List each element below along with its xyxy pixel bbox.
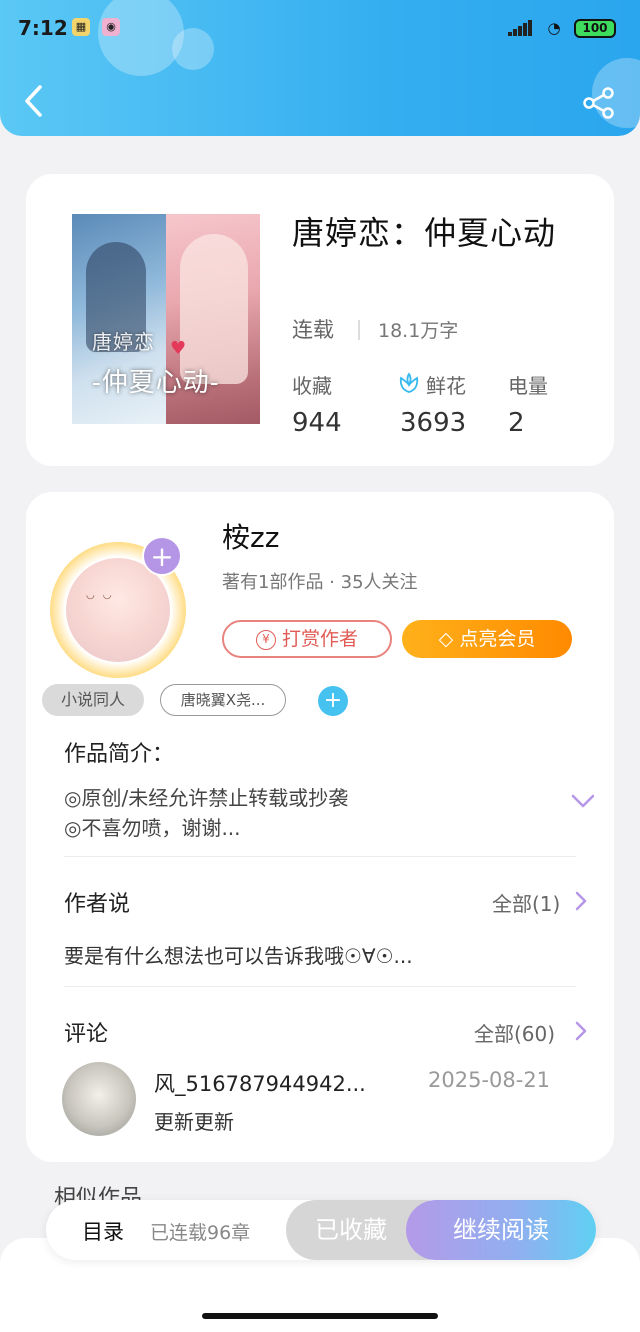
author-says-text: 要是有什么想法也可以告诉我哦☉∀☉... bbox=[64, 944, 413, 968]
vip-label: 点亮会员 bbox=[459, 628, 536, 650]
expand-chevron-down-icon[interactable] bbox=[570, 792, 596, 810]
comments-title: 评论 bbox=[64, 1022, 109, 1047]
back-icon[interactable] bbox=[22, 84, 48, 118]
comments-see-all[interactable]: 全部(60) bbox=[474, 1018, 555, 1047]
chevron-right-icon[interactable] bbox=[574, 1020, 588, 1042]
book-title: 唐婷恋：仲夏心动 bbox=[292, 214, 557, 252]
intro-title: 作品简介： bbox=[64, 742, 175, 767]
status-bar: 7:12 ▦ ◉ ◔ 100 bbox=[0, 0, 640, 56]
author-card: ◡◡ + 桉zz 著有1部作品 · 35人关注 ¥ 打赏作者 ◇ 点亮会员 小说同… bbox=[26, 492, 614, 1162]
home-indicator[interactable] bbox=[202, 1313, 438, 1319]
bottom-action-bar: 目录 已连载96章 已收藏 继续阅读 bbox=[46, 1200, 596, 1260]
serial-status: 连载 bbox=[292, 318, 334, 342]
author-says-title: 作者说 bbox=[64, 892, 131, 917]
tip-label: 打赏作者 bbox=[281, 628, 358, 650]
word-count: 18.1万字 bbox=[378, 320, 459, 342]
wifi-icon: ◔ bbox=[547, 19, 561, 37]
signal-icon bbox=[508, 20, 534, 36]
toc-button[interactable]: 目录 bbox=[82, 1216, 124, 1246]
app-notification-icon: ▦ bbox=[72, 18, 90, 36]
author-says-see-all[interactable]: 全部(1) bbox=[492, 888, 560, 917]
flower-icon bbox=[399, 372, 419, 393]
stat-value-collect: 944 bbox=[292, 408, 342, 438]
commenter-name[interactable]: 风_516787944942... bbox=[154, 1068, 366, 1098]
comment-date: 2025-08-21 bbox=[428, 1068, 551, 1092]
heart-icon: ♥ bbox=[170, 338, 187, 359]
book-cover[interactable]: ♥ 唐婷恋 -仲夏心动- bbox=[72, 214, 260, 424]
divider bbox=[64, 856, 576, 857]
stat-label-collect: 收藏 bbox=[292, 374, 332, 398]
cover-title-text: 唐婷恋 bbox=[92, 330, 155, 354]
chapter-count: 已连载96章 bbox=[150, 1222, 251, 1244]
comment-text: 更新更新 bbox=[154, 1110, 234, 1134]
tag-chip[interactable]: 唐晓翼X尧... bbox=[160, 684, 286, 716]
battery-icon: 100 bbox=[574, 19, 616, 38]
share-icon[interactable] bbox=[582, 86, 616, 120]
continue-reading-button[interactable]: 继续阅读 bbox=[406, 1200, 596, 1260]
collected-label: 已收藏 bbox=[315, 1216, 387, 1244]
cover-subtitle-text: -仲夏心动- bbox=[92, 368, 220, 398]
header: 7:12 ▦ ◉ ◔ 100 bbox=[0, 0, 640, 136]
stat-label-flower: 鲜花 bbox=[426, 374, 466, 398]
divider bbox=[64, 986, 576, 987]
commenter-avatar[interactable] bbox=[62, 1062, 136, 1136]
chevron-right-icon[interactable] bbox=[574, 890, 588, 912]
stat-label-power: 电量 bbox=[508, 374, 548, 398]
avatar-eyes: ◡◡ bbox=[86, 590, 120, 601]
divider bbox=[358, 320, 360, 340]
author-meta: 著有1部作品 · 35人关注 bbox=[222, 572, 418, 593]
author-name[interactable]: 桉zz bbox=[222, 516, 279, 556]
tip-author-button[interactable]: ¥ 打赏作者 bbox=[222, 620, 392, 658]
stat-value-power: 2 bbox=[508, 408, 525, 438]
intro-line: ◎不喜勿喷，谢谢... bbox=[64, 816, 241, 840]
app-notification-icon: ◉ bbox=[102, 18, 120, 36]
stat-value-flower: 3693 bbox=[400, 408, 467, 438]
intro-line: ◎原创/未经允许禁止转载或抄袭 bbox=[64, 786, 349, 810]
book-info-card: ♥ 唐婷恋 -仲夏心动- 唐婷恋：仲夏心动 连载 18.1万字 收藏 944 鲜… bbox=[26, 174, 614, 466]
diamond-icon: ◇ bbox=[438, 628, 460, 650]
status-time: 7:12 bbox=[18, 16, 68, 40]
add-tag-button[interactable]: + bbox=[318, 686, 348, 716]
tag-chip[interactable]: 小说同人 bbox=[42, 684, 144, 716]
vip-button[interactable]: ◇ 点亮会员 bbox=[402, 620, 572, 658]
yen-icon: ¥ bbox=[255, 630, 276, 650]
follow-button[interactable]: + bbox=[142, 536, 182, 576]
